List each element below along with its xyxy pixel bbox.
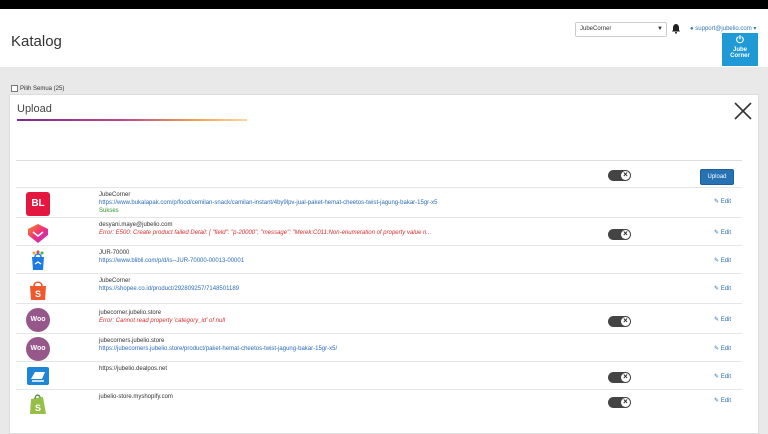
select-all[interactable]: Pilih Semua (25) [11,85,64,92]
list-item: BL JubeCorner https://www.bukalapak.com/… [16,187,742,217]
power-icon: ⏻ [736,35,744,46]
dealpos-icon [27,367,49,385]
edit-label: Edit [720,374,732,380]
edit-button[interactable]: ✎ Edit [714,316,731,323]
top-black-bar [0,0,768,9]
row-toggle[interactable] [608,397,631,408]
list-item: Woo jubecorners.jubelio.store https://ju… [16,333,742,361]
lazada-icon [28,224,48,243]
edit-label: Edit [720,398,732,404]
list-item: Woo jubecorner.jubelio.store Error: Cann… [16,303,742,333]
store-select-value: JubeCorner [580,26,612,32]
user-email: support@jubelio.com [695,26,752,32]
edit-label: Edit [720,230,732,236]
jubecorner-logo: ⏻ Jube Corner [722,33,758,66]
select-all-checkbox[interactable] [11,85,18,92]
upload-list-header [16,160,742,187]
select-all-label: Pilih Semua (25) [20,85,65,92]
upload-button[interactable]: Upload [700,169,734,185]
product-link[interactable]: https://www.bukalapak.com/p/food/cemilan… [99,200,438,206]
edit-button[interactable]: ✎ Edit [714,257,731,264]
channel-account: desyani.maye@jubelio.com [99,222,173,228]
page-title: Katalog [11,33,62,50]
select-all-toggle[interactable] [608,170,631,181]
bell-icon[interactable] [671,23,681,34]
chevron-down-icon: ▼ [657,26,663,32]
shopee-icon: S [30,281,46,300]
list-item: https://jubelio.dealpos.net ✎ Edit [16,361,742,389]
store-select[interactable]: JubeCorner ▼ [575,22,667,37]
list-item: S jubelio-store.myshopify.com ✎ Edit [16,389,742,419]
chevron-down-icon: ▾ [753,26,757,32]
modal-title: Upload [17,103,52,115]
edit-button[interactable]: ✎ Edit [714,198,731,205]
row-toggle[interactable] [608,372,631,383]
logo-text-2: Corner [730,53,750,59]
svg-text:S: S [35,289,41,299]
edit-label: Edit [720,286,732,292]
close-icon[interactable] [732,100,754,122]
bukalapak-icon: BL [26,192,50,216]
list-item: JUR-70000 https://www.blibli.com/p/d/is-… [16,245,742,273]
edit-button[interactable]: ✎ Edit [714,229,731,236]
list-item: S JubeCorner https://shopee.co.id/produc… [16,273,742,303]
header: Katalog JubeCorner ▼ ● support@jubelio.c… [0,9,768,67]
edit-button[interactable]: ✎ Edit [714,285,731,292]
edit-button[interactable]: ✎ Edit [714,345,731,352]
blibli-icon [32,250,44,270]
shopify-icon: S [30,394,46,414]
edit-label: Edit [720,199,732,205]
channel-account: JubeCorner [99,192,131,198]
list-item: desyani.maye@jubelio.com Error: E500: Cr… [16,217,742,245]
row-toggle[interactable] [608,229,631,240]
edit-button[interactable]: ✎ Edit [714,397,731,404]
svg-text:S: S [35,403,41,413]
product-link[interactable]: https://jubecorners.jubelio.store/produc… [99,346,337,352]
row-toggle[interactable] [608,316,631,327]
product-link[interactable]: https://shopee.co.id/product/292809257/7… [99,286,239,292]
edit-label: Edit [720,317,732,323]
user-icon: ● [690,26,694,32]
status-text: Sukses [99,208,119,214]
title-underline [17,119,247,121]
woocommerce-icon: Woo [26,308,50,332]
channel-account: JUR-70000 [99,250,130,256]
woocommerce-icon: Woo [26,337,50,361]
user-menu[interactable]: ● support@jubelio.com ▾ [690,25,756,32]
channel-account: jubecorners.jubelio.store [99,338,165,344]
channel-account: jubecorner.jubelio.store [99,310,162,316]
product-link[interactable]: https://www.blibli.com/p/d/is--JUR-70000… [99,258,244,264]
error-text: Error: Cannot read property 'category_id… [99,318,226,324]
edit-label: Edit [720,258,732,264]
channel-account: JubeCorner [99,278,131,284]
error-text: Error: E500: Create product failed Detai… [99,230,432,236]
edit-label: Edit [720,346,732,352]
channel-account: https://jubelio.dealpos.net [99,366,168,372]
channel-account: jubelio-store.myshopify.com [99,394,173,400]
edit-button[interactable]: ✎ Edit [714,373,731,380]
